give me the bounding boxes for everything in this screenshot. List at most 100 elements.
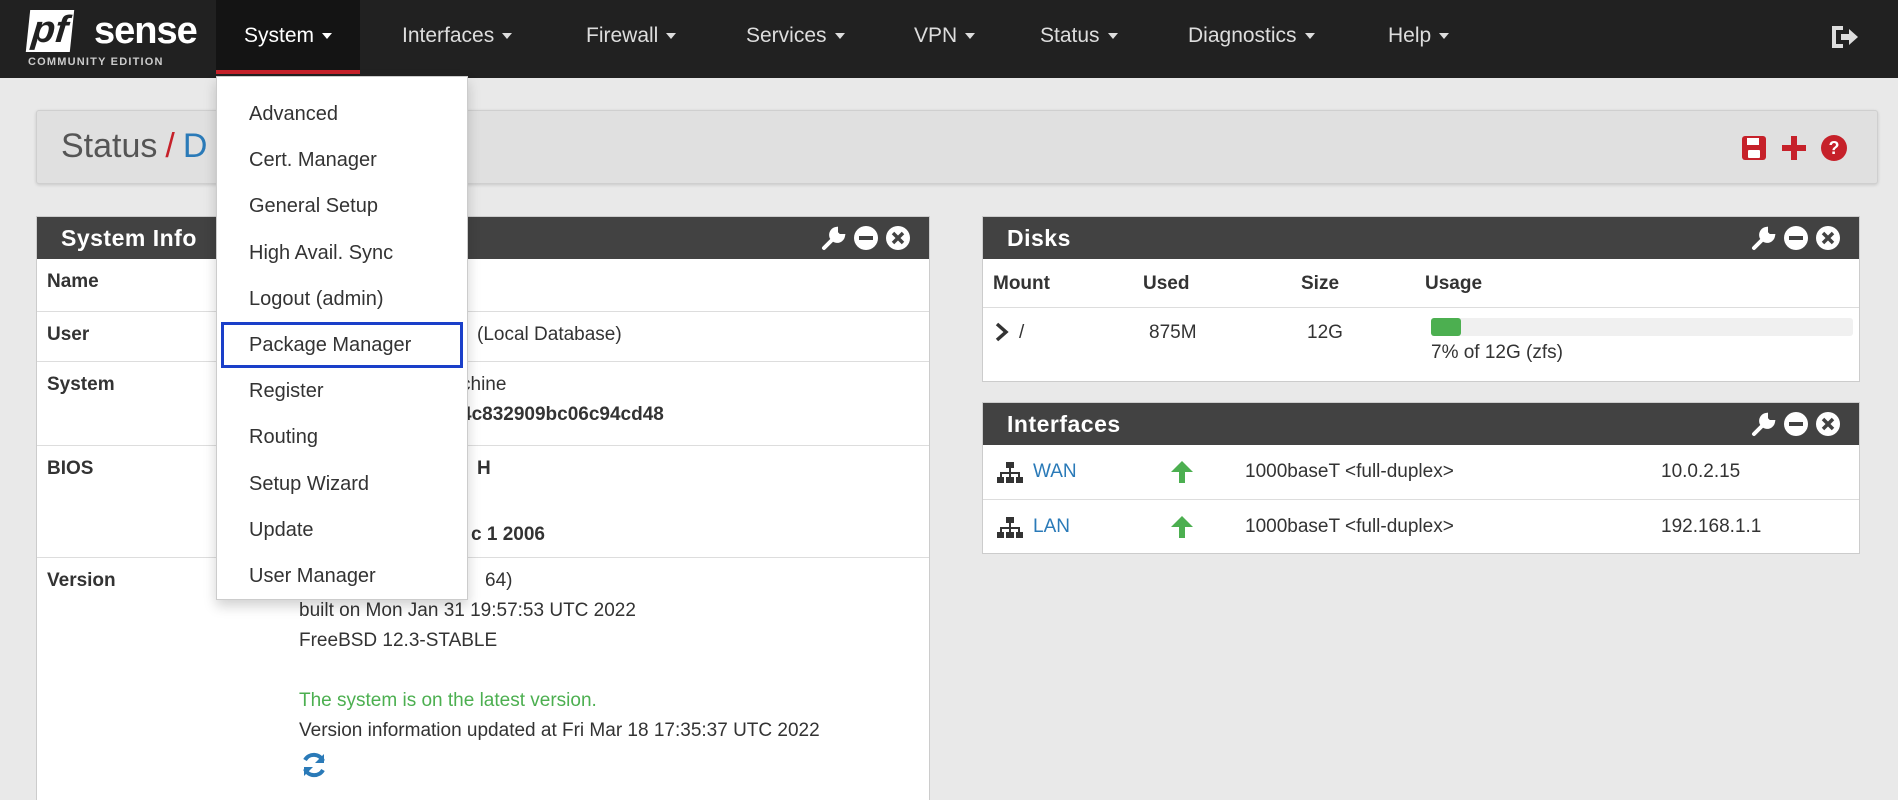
table-row: / 875M 12G 7% of 12G (zfs) [983, 307, 1859, 383]
arrow-up-icon [1171, 461, 1193, 483]
nav-firewall-label: Firewall [586, 24, 659, 47]
system-info-panel: System Info Name User (Local Database) S… [36, 216, 930, 800]
panel-tools [1751, 411, 1841, 437]
interface-ip-lan: 192.168.1.1 [1661, 516, 1762, 537]
nav-system-label: System [244, 24, 315, 47]
caret-down-icon [834, 33, 845, 40]
row-name: Name [37, 259, 929, 311]
caret-down-icon [965, 33, 976, 40]
menu-item-general-setup[interactable]: General Setup [217, 183, 467, 229]
system-info-title: System Info [61, 225, 197, 251]
nav-diagnostics[interactable]: Diagnostics [1188, 0, 1315, 74]
wrench-icon[interactable] [1751, 225, 1777, 251]
breadcrumb-section[interactable]: Status [61, 127, 157, 165]
save-icon[interactable] [1739, 133, 1769, 163]
logo-sense: sense [94, 10, 198, 52]
wrench-icon[interactable] [821, 225, 847, 251]
caret-down-icon [502, 33, 513, 40]
col-size: Size [1301, 273, 1340, 294]
label-version: Version [47, 570, 116, 591]
col-mount: Mount [993, 273, 1050, 294]
version-latest-status: The system is on the latest version. [299, 690, 597, 711]
caret-down-icon [1107, 33, 1118, 40]
close-circle-icon[interactable] [1815, 225, 1841, 251]
caret-down-icon [1304, 33, 1315, 40]
menu-item-user-manager[interactable]: User Manager [217, 553, 467, 599]
table-row: WAN 1000baseT <full-duplex> 10.0.2.15 [983, 445, 1859, 499]
top-navbar: pf sense COMMUNITY EDITION System Interf… [0, 0, 1898, 78]
interfaces-header: Interfaces [983, 403, 1859, 445]
interface-name-lan[interactable]: LAN [1033, 516, 1070, 538]
caret-down-icon [322, 33, 333, 40]
disk-usage-text: 7% of 12G (zfs) [1431, 342, 1563, 363]
plus-icon[interactable] [1779, 133, 1809, 163]
nav-firewall[interactable]: Firewall [586, 0, 677, 74]
system-dropdown-menu: Advanced Cert. Manager General Setup Hig… [216, 76, 468, 600]
chevron-right-icon[interactable] [993, 322, 1011, 342]
interface-ip-wan: 10.0.2.15 [1661, 461, 1741, 482]
logo-pf: pf [25, 9, 75, 52]
menu-item-register[interactable]: Register [217, 368, 467, 414]
close-circle-icon[interactable] [1815, 411, 1841, 437]
row-system: System chine 4c832909bc06c94cd48 [37, 361, 929, 445]
label-system: System [47, 374, 115, 395]
label-bios: BIOS [47, 458, 94, 479]
menu-item-package-manager[interactable]: Package Manager [221, 321, 463, 369]
nav-interfaces[interactable]: Interfaces [402, 0, 513, 74]
panel-tools [1751, 225, 1841, 251]
value-user: (Local Database) [477, 324, 622, 345]
interface-media-wan: 1000baseT <full-duplex> [1245, 461, 1454, 482]
minus-circle-icon[interactable] [853, 225, 879, 251]
version-updated-text: Version information updated at Fri Mar 1… [299, 720, 820, 741]
row-bios: BIOS H c 1 2006 [37, 445, 929, 557]
help-icon[interactable]: ? [1819, 133, 1849, 163]
menu-item-update[interactable]: Update [217, 507, 467, 553]
nav-diagnostics-label: Diagnostics [1188, 24, 1297, 47]
menu-item-setup-wizard[interactable]: Setup Wizard [217, 461, 467, 507]
minus-circle-icon[interactable] [1783, 411, 1809, 437]
menu-item-cert-manager[interactable]: Cert. Manager [217, 137, 467, 183]
menu-item-advanced[interactable]: Advanced [217, 91, 467, 137]
menu-item-logout[interactable]: Logout (admin) [217, 276, 467, 322]
logo-edition: COMMUNITY EDITION [28, 56, 164, 68]
nav-help-label: Help [1388, 24, 1432, 47]
disks-header: Disks [983, 217, 1859, 259]
nav-status-label: Status [1040, 24, 1100, 47]
page-actions: ? [1739, 131, 1849, 165]
logout-icon[interactable] [1830, 24, 1860, 50]
value-version-line1: 64) [485, 570, 513, 591]
menu-item-high-avail-sync[interactable]: High Avail. Sync [217, 230, 467, 276]
nav-interfaces-label: Interfaces [402, 24, 495, 47]
nav-vpn[interactable]: VPN [914, 0, 976, 74]
panel-tools [821, 225, 911, 251]
value-version-freebsd: FreeBSD 12.3-STABLE [299, 630, 498, 651]
interfaces-panel: Interfaces WAN 1000baseT <full-duplex> 1… [982, 402, 1860, 554]
nav-services[interactable]: Services [746, 0, 845, 74]
label-name: Name [47, 271, 99, 292]
nav-system[interactable]: System [216, 0, 361, 74]
disks-title: Disks [1007, 225, 1071, 251]
interface-media-lan: 1000baseT <full-duplex> [1245, 516, 1454, 537]
nav-status[interactable]: Status [1040, 0, 1118, 74]
value-bios-line1: H [477, 458, 491, 479]
col-used: Used [1143, 273, 1190, 294]
disk-size: 12G [1307, 322, 1343, 343]
breadcrumb-current[interactable]: D [183, 127, 208, 165]
disk-usage-fill [1431, 318, 1461, 336]
nav-vpn-label: VPN [914, 24, 958, 47]
label-user: User [47, 324, 90, 345]
nav-help[interactable]: Help [1388, 0, 1450, 74]
disk-used: 875M [1149, 322, 1197, 343]
wrench-icon[interactable] [1751, 411, 1777, 437]
disk-usage-bar [1431, 318, 1853, 336]
menu-item-routing[interactable]: Routing [217, 414, 467, 460]
interface-name-wan[interactable]: WAN [1033, 461, 1077, 483]
refresh-icon[interactable] [299, 750, 329, 780]
row-version: Version 64) built on Mon Jan 31 19:57:53… [37, 557, 929, 800]
arrow-up-icon [1171, 516, 1193, 538]
close-circle-icon[interactable] [885, 225, 911, 251]
pfsense-logo[interactable]: pf sense COMMUNITY EDITION [25, 9, 208, 70]
network-icon [997, 517, 1023, 538]
value-bios-line2: c 1 2006 [471, 524, 545, 545]
minus-circle-icon[interactable] [1783, 225, 1809, 251]
